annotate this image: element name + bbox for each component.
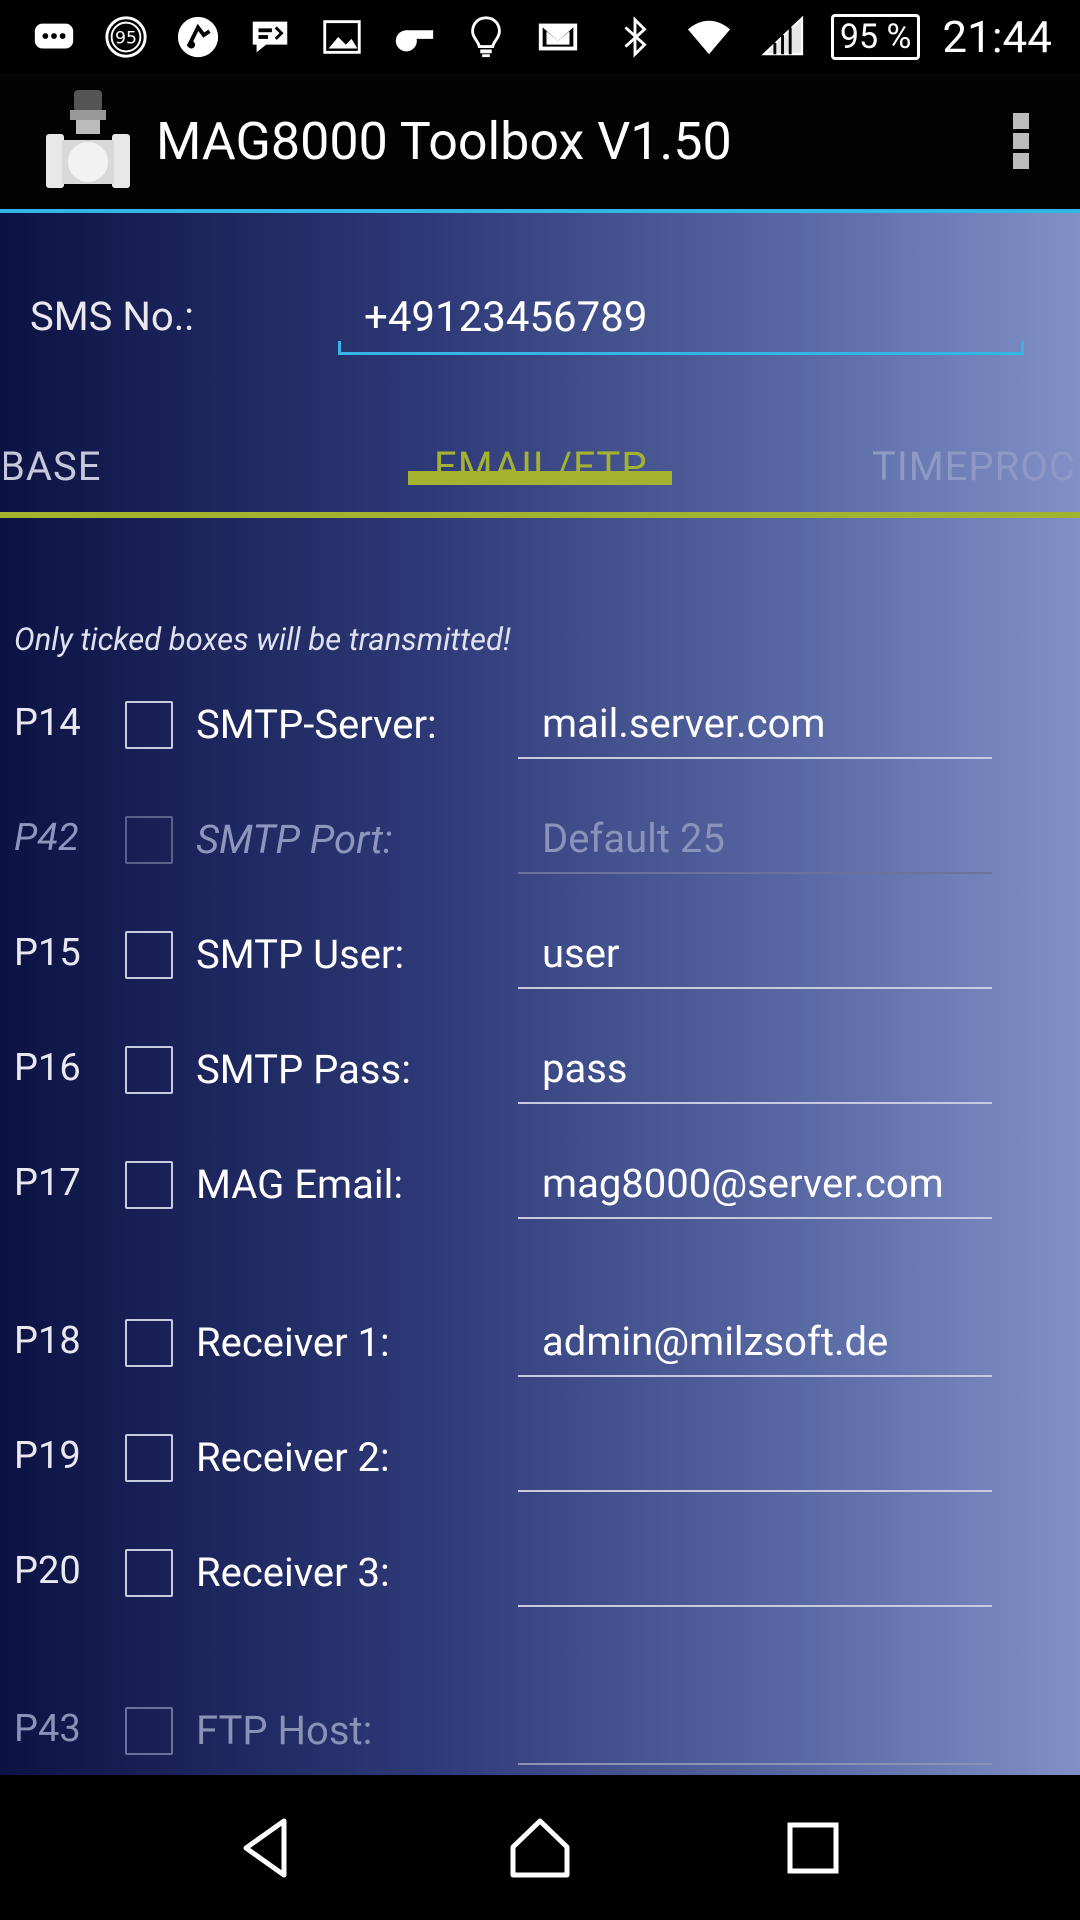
- param-checkbox[interactable]: [125, 816, 173, 864]
- chat-icon: [244, 11, 296, 63]
- selected-tab-indicator: [408, 471, 672, 485]
- param-checkbox[interactable]: [125, 1707, 173, 1755]
- param-code: P20: [14, 1549, 81, 1593]
- bluetooth-icon: [609, 11, 661, 63]
- navigation-bar: [0, 1775, 1080, 1920]
- receiver-3-input[interactable]: [518, 1537, 992, 1607]
- param-code: P17: [14, 1161, 81, 1205]
- param-row-p15: P15 SMTP User:: [0, 913, 1080, 997]
- messaging-icon: [28, 11, 80, 63]
- receiver-1-input[interactable]: [518, 1307, 992, 1377]
- whistle-icon: [388, 11, 440, 63]
- param-checkbox[interactable]: [125, 1319, 173, 1367]
- gmail-icon: [532, 11, 584, 63]
- param-label: SMTP Port:: [196, 816, 393, 863]
- app-icon: [172, 11, 224, 63]
- param-code: P15: [14, 931, 81, 975]
- transmit-hint: Only ticked boxes will be transmitted!: [14, 621, 511, 658]
- param-row-p43: P43 FTP Host:: [0, 1689, 1080, 1773]
- param-row-p42: P42 SMTP Port:: [0, 798, 1080, 882]
- param-code: P19: [14, 1434, 81, 1478]
- param-label: Receiver 2:: [196, 1434, 390, 1481]
- tab-bar: BASE EMAIL/FTP TIMEPROC: [0, 393, 1080, 518]
- param-checkbox[interactable]: [125, 1549, 173, 1597]
- param-label: SMTP-Server:: [196, 701, 437, 748]
- clock: 21:44: [942, 10, 1052, 63]
- tab-base[interactable]: BASE: [4, 443, 102, 490]
- param-row-p19: P19 Receiver 2:: [0, 1416, 1080, 1500]
- app-title: MAG8000 Toolbox V1.50: [156, 110, 732, 172]
- param-label: SMTP Pass:: [196, 1046, 411, 1093]
- param-checkbox[interactable]: [125, 931, 173, 979]
- param-checkbox[interactable]: [125, 1161, 173, 1209]
- sms-number-label: SMS No.:: [30, 293, 194, 340]
- battery-level: 95 %: [839, 16, 912, 57]
- recents-icon[interactable]: [768, 1803, 858, 1893]
- param-code: P18: [14, 1319, 81, 1363]
- param-code: P43: [14, 1707, 81, 1751]
- param-code: P42: [14, 816, 79, 860]
- back-icon[interactable]: [222, 1803, 312, 1893]
- main-content: SMS No.: BASE EMAIL/FTP TIMEPROC Only ti…: [0, 213, 1080, 1775]
- status-bar: 95 95 % 21:44: [0, 0, 1080, 73]
- param-checkbox[interactable]: [125, 1046, 173, 1094]
- gallery-icon: [316, 11, 368, 63]
- flowmeter-logo-icon: [40, 86, 134, 196]
- receiver-2-input[interactable]: [518, 1422, 992, 1492]
- overflow-menu-icon[interactable]: [1006, 101, 1036, 181]
- mag-email-input[interactable]: [518, 1149, 992, 1219]
- param-code: P14: [14, 701, 81, 745]
- speed-limit-icon: 95: [100, 11, 152, 63]
- param-label: FTP Host:: [196, 1707, 373, 1754]
- param-row-p17: P17 MAG Email:: [0, 1143, 1080, 1227]
- input-edge: [338, 341, 341, 353]
- ftp-host-input[interactable]: [518, 1695, 992, 1765]
- wifi-icon: [683, 11, 735, 63]
- svg-text:95: 95: [115, 28, 137, 48]
- home-icon[interactable]: [495, 1803, 585, 1893]
- param-label: MAG Email:: [196, 1161, 404, 1208]
- param-label: SMTP User:: [196, 931, 405, 978]
- param-row-p16: P16 SMTP Pass:: [0, 1028, 1080, 1112]
- sms-number-row: SMS No.:: [30, 283, 1050, 355]
- param-label: Receiver 1:: [196, 1319, 390, 1366]
- sms-number-input[interactable]: [338, 283, 1024, 355]
- smtp-server-input[interactable]: [518, 689, 992, 759]
- battery-indicator: 95 %: [830, 13, 921, 60]
- param-row-p20: P20 Receiver 3:: [0, 1531, 1080, 1615]
- smtp-port-input[interactable]: [518, 804, 992, 874]
- tab-timeproc[interactable]: TIMEPROC: [872, 443, 1076, 490]
- input-edge: [1021, 341, 1024, 353]
- app-bar: MAG8000 Toolbox V1.50: [0, 73, 1080, 213]
- param-row-p14: P14 SMTP-Server:: [0, 683, 1080, 767]
- param-checkbox[interactable]: [125, 1434, 173, 1482]
- smtp-pass-input[interactable]: [518, 1034, 992, 1104]
- param-label: Receiver 3:: [196, 1549, 390, 1596]
- param-code: P16: [14, 1046, 81, 1090]
- smtp-user-input[interactable]: [518, 919, 992, 989]
- param-checkbox[interactable]: [125, 701, 173, 749]
- lightbulb-icon: [460, 11, 512, 63]
- param-row-p18: P18 Receiver 1:: [0, 1301, 1080, 1385]
- cell-signal-icon: [757, 11, 809, 63]
